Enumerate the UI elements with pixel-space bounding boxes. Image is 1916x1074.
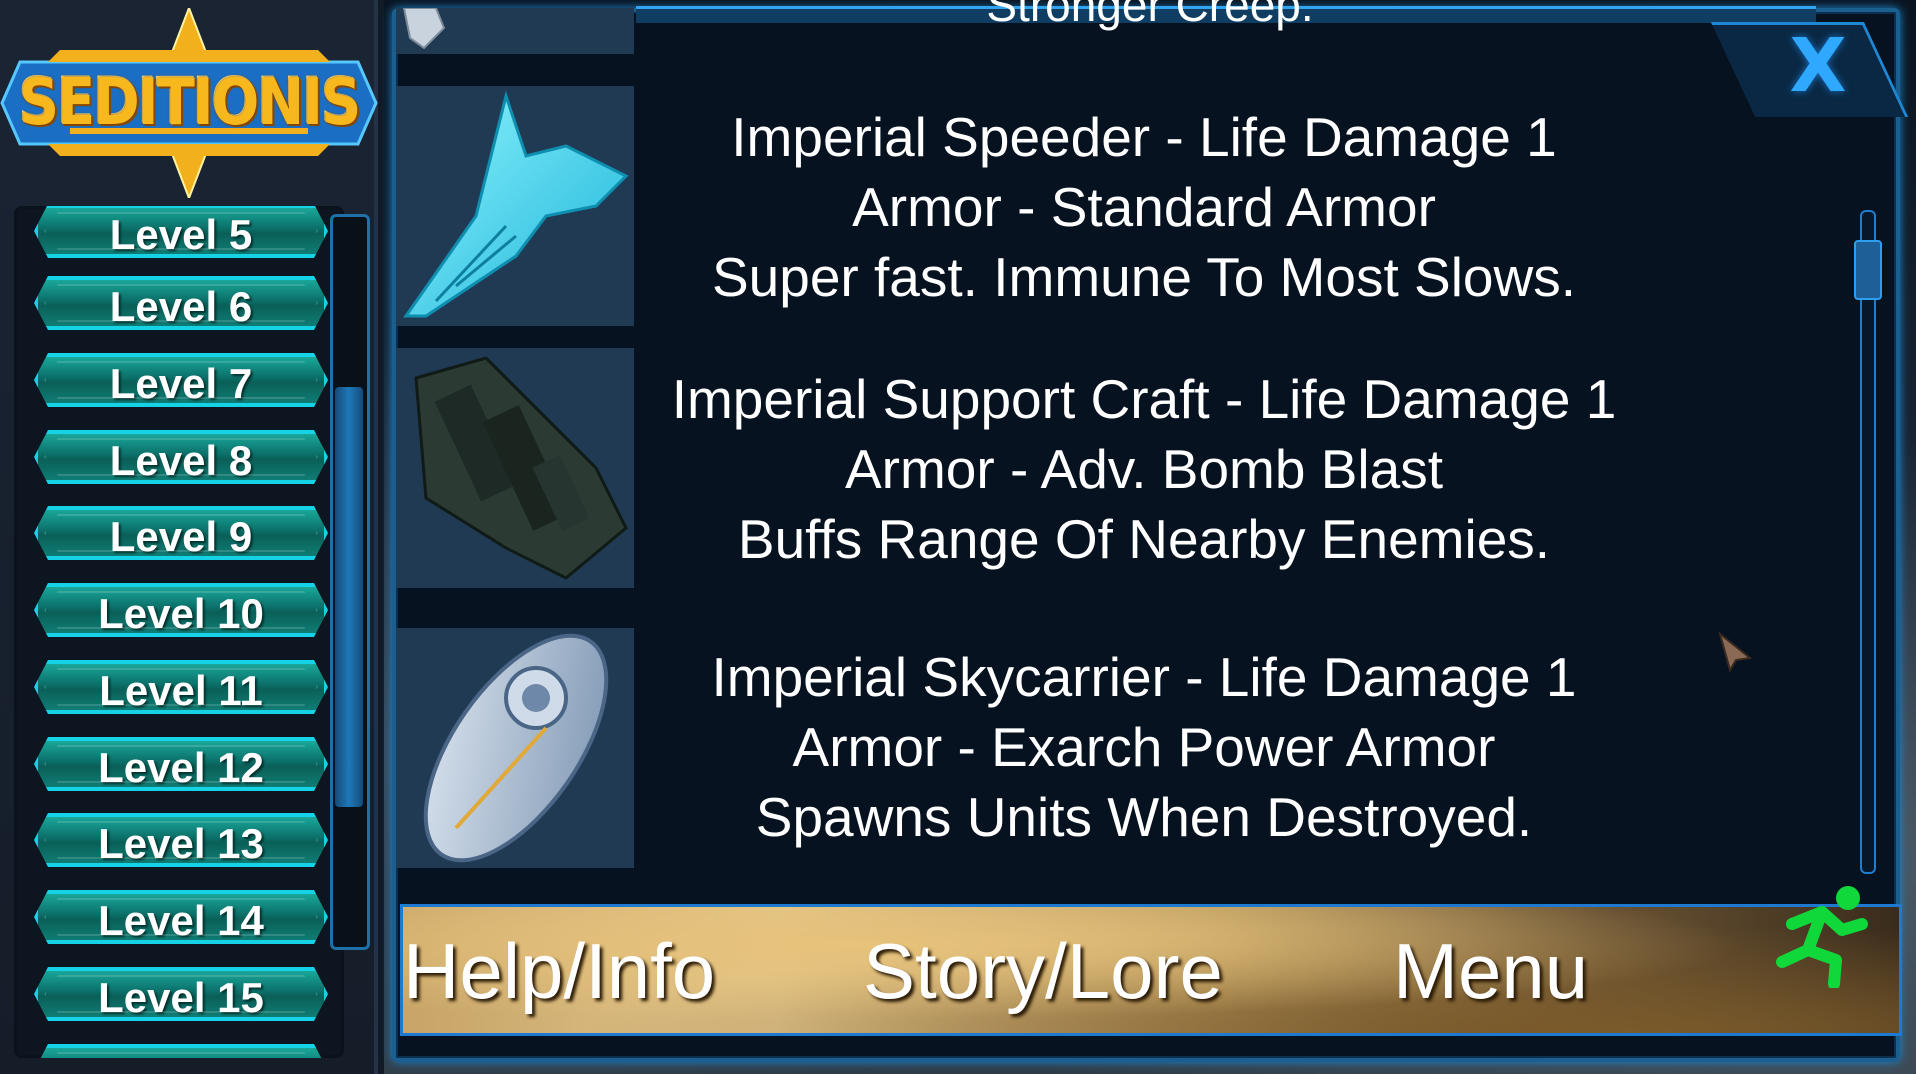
level-11-button[interactable]: Level 11 (34, 660, 328, 714)
content-scroll-track[interactable] (1860, 210, 1876, 874)
bottom-navigation-bar: Help/Info Story/Lore Menu (400, 904, 1902, 1036)
enemy-name-line: Imperial Speeder - Life Damage 1 (731, 106, 1557, 168)
enemy-description: Imperial Support Craft - Life Damage 1 A… (634, 364, 1654, 574)
enemy-name-line: Imperial Skycarrier - Life Damage 1 (711, 646, 1577, 708)
level-15-button[interactable]: Level 15 (34, 967, 328, 1021)
level-7-button[interactable]: Level 7 (34, 353, 328, 407)
enemy-thumbnail (396, 628, 634, 868)
menu-button[interactable]: Menu (1393, 921, 1588, 1021)
skycarrier-ship-icon (423, 633, 609, 863)
level-14-button[interactable]: Level 14 (34, 890, 328, 944)
enemy-ability-line: Buffs Range Of Nearby Enemies. (737, 508, 1551, 570)
level-6-button[interactable]: Level 6 (34, 276, 328, 330)
level-list: Level 5 Level 6 Level 7 Level 8 Level 9 … (14, 206, 344, 1058)
enemy-description: Imperial Speeder - Life Damage 1 Armor -… (634, 102, 1654, 312)
enemy-name-line: Imperial Support Craft - Life Damage 1 (671, 368, 1617, 430)
speeder-ship-icon (403, 90, 629, 318)
level-16-button[interactable]: Level 16 (34, 1044, 328, 1058)
help-info-button[interactable]: Help/Info (403, 921, 715, 1021)
clipped-description-line: Stronger Creep. (986, 0, 1314, 31)
content-scrollbar[interactable] (1852, 210, 1882, 874)
enemy-description: Imperial Skycarrier - Life Damage 1 Armo… (634, 642, 1654, 852)
level-13-button[interactable]: Level 13 (34, 813, 328, 867)
content-scroll-thumb[interactable] (1854, 240, 1882, 300)
enemy-thumbnail (396, 348, 634, 588)
partial-ship-icon (402, 7, 446, 50)
logo-text: SEDITIONIS (18, 65, 362, 140)
cursor-arrow-icon (1718, 632, 1752, 672)
level-sidebar: SEDITIONIS Level 5 Level 6 Level 7 Level… (0, 0, 384, 1074)
level-list-scroll-thumb[interactable] (335, 387, 363, 807)
level-8-button[interactable]: Level 8 (34, 430, 328, 484)
close-button[interactable]: X (1778, 26, 1858, 106)
support-craft-ship-icon (414, 356, 628, 580)
enemy-armor-line: Armor - Standard Armor (852, 176, 1436, 238)
game-logo: SEDITIONIS (0, 5, 378, 201)
enemy-thumbnail (396, 86, 634, 326)
enemy-armor-line: Armor - Adv. Bomb Blast (844, 438, 1444, 500)
level-9-button[interactable]: Level 9 (34, 506, 328, 560)
enemy-armor-line: Armor - Exarch Power Armor (792, 716, 1496, 778)
story-lore-button[interactable]: Story/Lore (863, 921, 1223, 1021)
enemy-ability-line: Spawns Units When Destroyed. (755, 786, 1533, 848)
level-12-button[interactable]: Level 12 (34, 737, 328, 791)
level-list-scrollbar[interactable] (330, 214, 370, 950)
level-5-button[interactable]: Level 5 (34, 206, 328, 258)
enemy-ability-line: Super fast. Immune To Most Slows. (711, 246, 1577, 308)
top-enemy-thumbnail (396, 7, 634, 54)
level-10-button[interactable]: Level 10 (34, 583, 328, 637)
running-man-icon[interactable] (1762, 884, 1876, 988)
